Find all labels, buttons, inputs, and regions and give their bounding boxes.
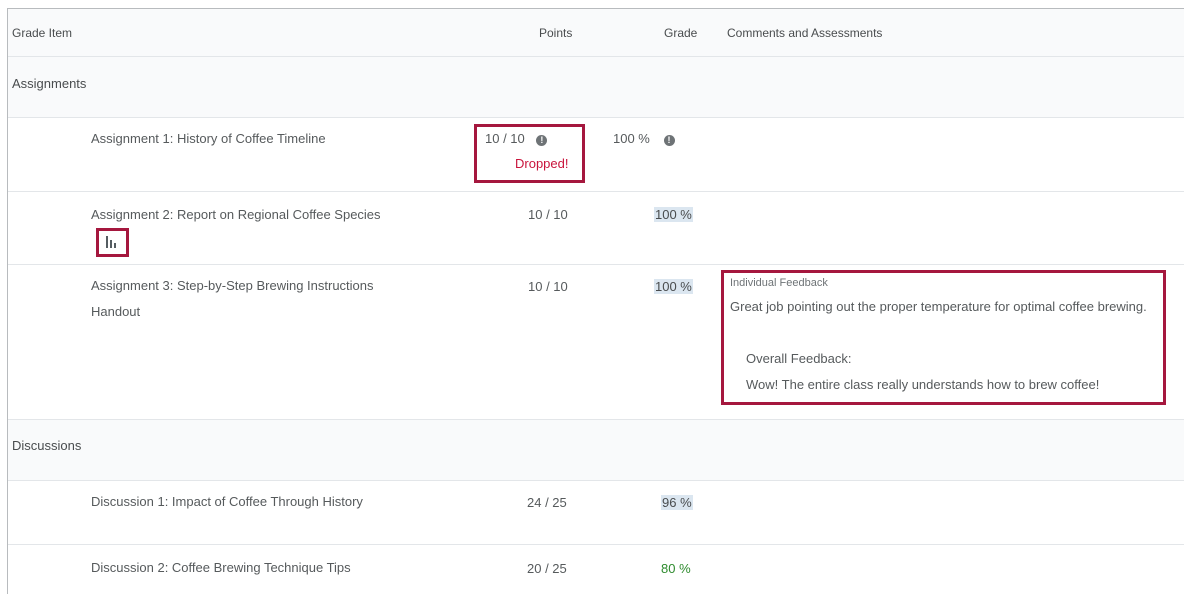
grade-value: 100 % ! xyxy=(613,131,675,146)
grade-value: 100 % xyxy=(654,207,693,222)
info-icon[interactable]: ! xyxy=(663,135,675,146)
category-label: Discussions xyxy=(12,438,82,453)
individual-feedback-title: Individual Feedback xyxy=(730,277,828,289)
grades-table: Grade Item Points Grade Comments and Ass… xyxy=(7,8,1184,594)
grade-value: 96 % xyxy=(661,495,693,510)
table-row: Assignment 2: Report on Regional Coffee … xyxy=(8,192,1184,265)
statistics-icon[interactable] xyxy=(106,236,118,248)
category-row: Assignments xyxy=(8,57,1184,118)
table-row: Assignment 1: History of Coffee Timeline… xyxy=(8,118,1184,192)
grade-item-name-line2: Handout xyxy=(91,304,141,319)
grade-text: 100 % xyxy=(654,279,693,294)
points-value: 10 / 10 ! xyxy=(485,131,548,146)
grade-text: 96 % xyxy=(661,495,693,510)
points-value: 20 / 25 xyxy=(527,561,567,576)
table-row: Discussion 1: Impact of Coffee Through H… xyxy=(8,481,1184,545)
individual-feedback-text: Great job pointing out the proper temper… xyxy=(730,299,1147,314)
header-grade: Grade xyxy=(664,26,698,40)
points-value: 24 / 25 xyxy=(527,495,567,510)
grade-item-name-line1: Assignment 3: Step-by-Step Brewing Instr… xyxy=(91,278,374,293)
overall-feedback-text: Wow! The entire class really understands… xyxy=(746,377,1100,392)
info-icon[interactable]: ! xyxy=(536,135,548,146)
points-text: 10 / 10 xyxy=(485,131,525,146)
header-grade-item: Grade Item xyxy=(12,26,73,40)
header-comments: Comments and Assessments xyxy=(727,26,883,40)
grade-text: 100 % xyxy=(654,207,693,222)
table-row: Assignment 3: Step-by-Step Brewing Instr… xyxy=(8,265,1184,420)
header-points: Points xyxy=(539,26,573,40)
category-label: Assignments xyxy=(12,76,87,91)
table-header: Grade Item Points Grade Comments and Ass… xyxy=(8,9,1184,57)
points-value: 10 / 10 xyxy=(528,207,568,222)
category-row: Discussions xyxy=(8,420,1184,481)
grade-item-name: Discussion 1: Impact of Coffee Through H… xyxy=(91,494,363,509)
points-value: 10 / 10 xyxy=(528,279,568,294)
grade-item-name: Assignment 1: History of Coffee Timeline xyxy=(91,131,326,146)
table-row: Discussion 2: Coffee Brewing Technique T… xyxy=(8,545,1184,594)
dropped-label: Dropped! xyxy=(515,156,569,171)
grade-value: 80 % xyxy=(661,561,691,576)
grade-value: 100 % xyxy=(654,279,693,294)
grade-item-name: Discussion 2: Coffee Brewing Technique T… xyxy=(91,560,351,575)
grade-item-name: Assignment 2: Report on Regional Coffee … xyxy=(91,207,381,222)
grade-text: 100 % xyxy=(613,131,650,146)
overall-feedback-label: Overall Feedback: xyxy=(746,351,852,366)
